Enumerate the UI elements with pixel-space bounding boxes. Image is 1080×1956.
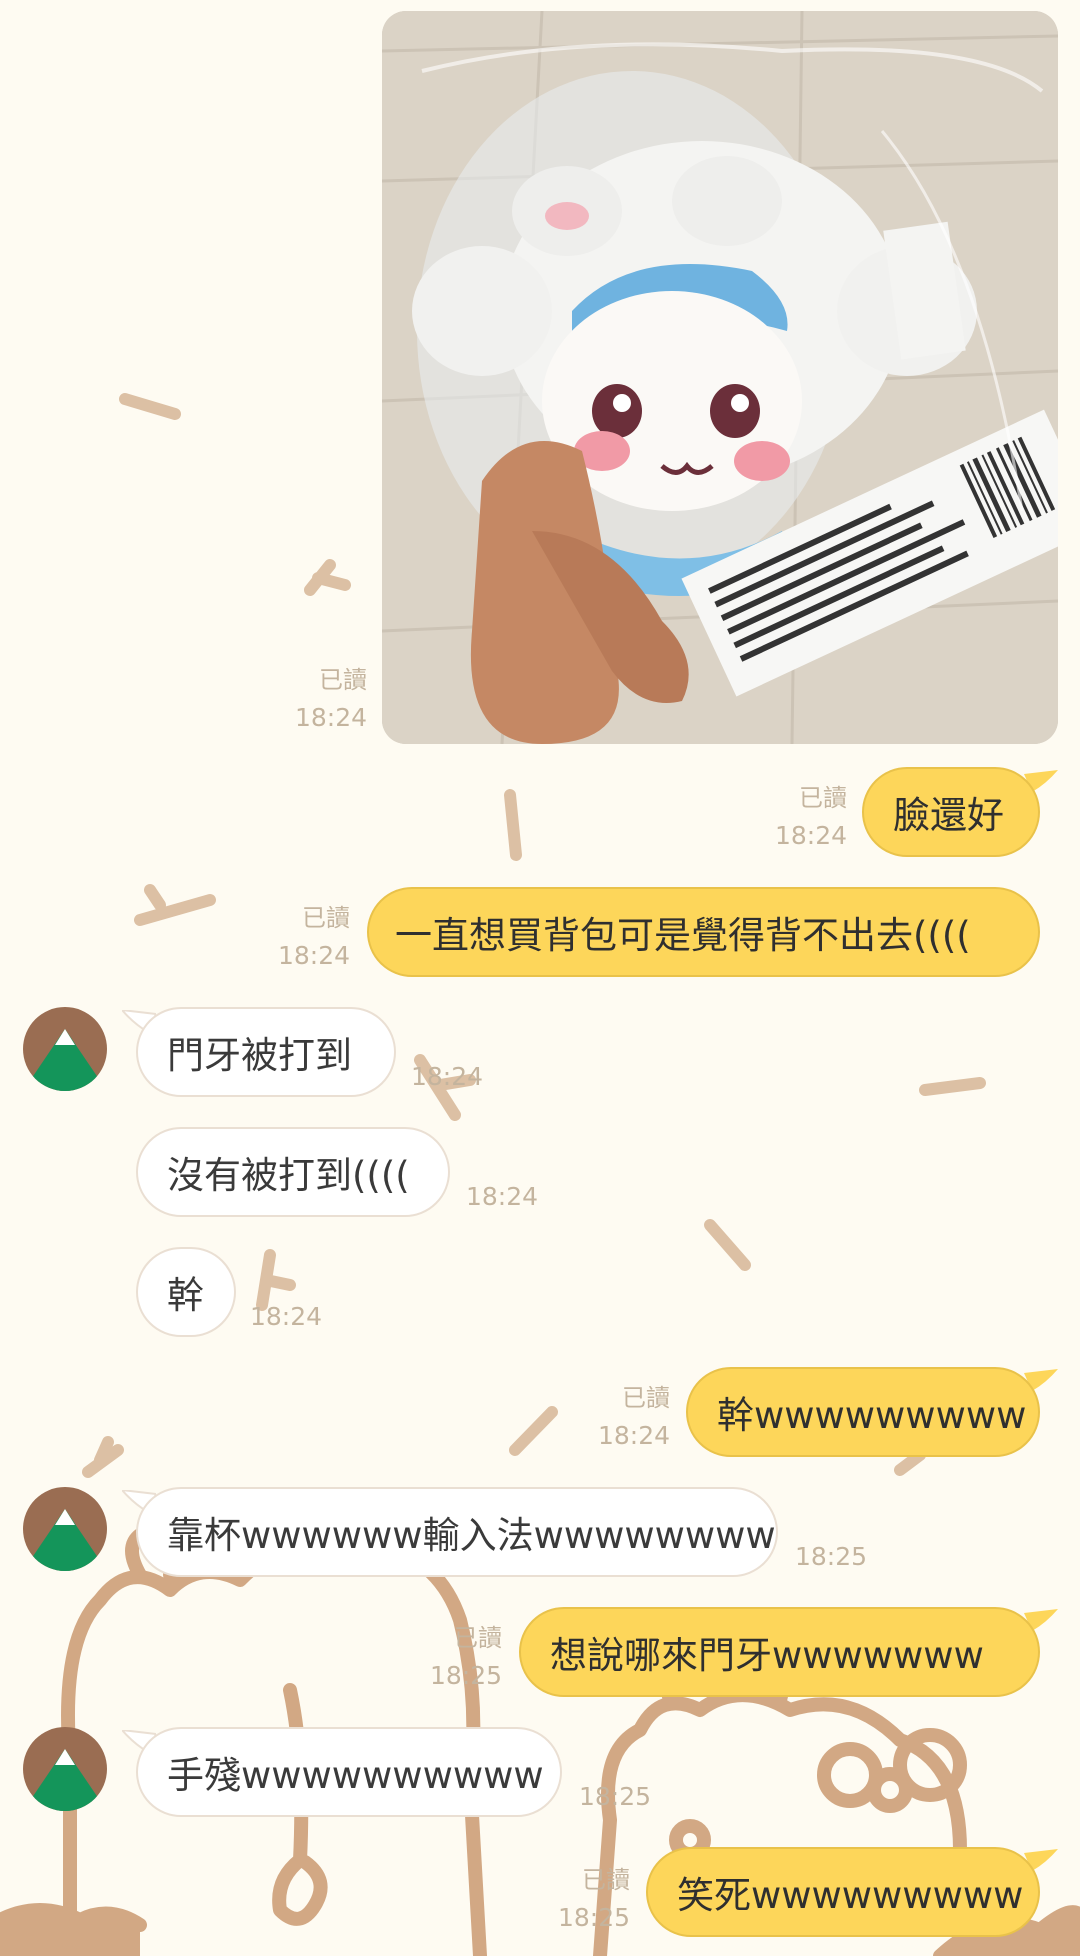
message-text: 手殘wwwwwwwwww — [167, 1754, 544, 1797]
message-text: 靠杯wwwwww輸入法wwwwwwww — [167, 1514, 776, 1557]
message-text: 笑死wwwwwwwww — [677, 1874, 1024, 1917]
message-text: 門牙被打到 — [167, 1034, 352, 1077]
message-text: 臉還好 — [893, 794, 1004, 837]
message-time: 18:25 — [429, 1661, 502, 1690]
read-receipt: 已讀 — [302, 904, 350, 932]
message-meta: 已讀 18:24 — [278, 900, 350, 974]
message-meta: 已讀 18:24 — [598, 1380, 670, 1454]
outgoing-message-bubble[interactable]: 一直想買背包可是覺得背不出去(((( — [367, 887, 1040, 977]
outgoing-message-bubble[interactable]: 笑死wwwwwwwww — [646, 1847, 1040, 1937]
contact-avatar[interactable] — [23, 1487, 107, 1571]
incoming-message-bubble[interactable]: 門牙被打到 — [136, 1007, 396, 1097]
contact-avatar[interactable] — [23, 1007, 107, 1091]
incoming-message-bubble[interactable]: 靠杯wwwwww輸入法wwwwwwww — [136, 1487, 778, 1577]
outgoing-message-bubble[interactable]: 幹wwwwwwwww — [686, 1367, 1040, 1457]
read-receipt: 已讀 — [799, 784, 847, 812]
outgoing-message-bubble[interactable]: 想說哪來門牙wwwwwww — [519, 1607, 1040, 1697]
message-time: 18:25 — [579, 1782, 652, 1811]
photo-message-meta: 已讀 18:24 — [295, 662, 367, 736]
mountain-avatar-icon — [23, 1487, 107, 1571]
contact-avatar[interactable] — [23, 1727, 107, 1811]
outgoing-message-bubble[interactable]: 臉還好 — [862, 767, 1040, 857]
incoming-message-bubble[interactable]: 手殘wwwwwwwwww — [136, 1727, 562, 1817]
message-meta: 已讀 18:25 — [558, 1862, 630, 1936]
message-time: 18:25 — [795, 1542, 868, 1571]
message-time: 18:25 — [557, 1903, 630, 1932]
message-meta: 已讀 18:24 — [775, 780, 847, 854]
read-receipt: 已讀 — [454, 1624, 502, 1652]
message-text: 幹wwwwwwwww — [717, 1394, 1027, 1437]
mountain-avatar-icon — [23, 1727, 107, 1811]
message-time: 18:24 — [411, 1062, 484, 1091]
read-receipt: 已讀 — [622, 1384, 670, 1412]
message-text: 沒有被打到(((( — [167, 1154, 410, 1197]
message-time: 18:24 — [466, 1182, 539, 1211]
read-receipt: 已讀 — [319, 666, 367, 694]
message-time: 18:24 — [774, 821, 847, 850]
message-time: 18:24 — [277, 941, 350, 970]
message-text: 一直想買背包可是覺得背不出去(((( — [395, 914, 971, 957]
incoming-message-bubble[interactable]: 沒有被打到(((( — [136, 1127, 450, 1217]
chiikawa-plush-photo[interactable] — [382, 11, 1058, 744]
message-meta: 已讀 18:25 — [430, 1620, 502, 1694]
mountain-avatar-icon — [23, 1007, 107, 1091]
read-receipt: 已讀 — [582, 1866, 630, 1894]
incoming-message-bubble[interactable]: 幹 — [136, 1247, 236, 1337]
message-time: 18:24 — [597, 1421, 670, 1450]
message-text: 幹 — [167, 1274, 204, 1317]
message-time: 18:24 — [294, 703, 367, 732]
message-time: 18:24 — [250, 1302, 323, 1331]
chiikawa-plush-photo-icon — [382, 11, 1058, 744]
message-text: 想說哪來門牙wwwwwww — [550, 1634, 984, 1677]
